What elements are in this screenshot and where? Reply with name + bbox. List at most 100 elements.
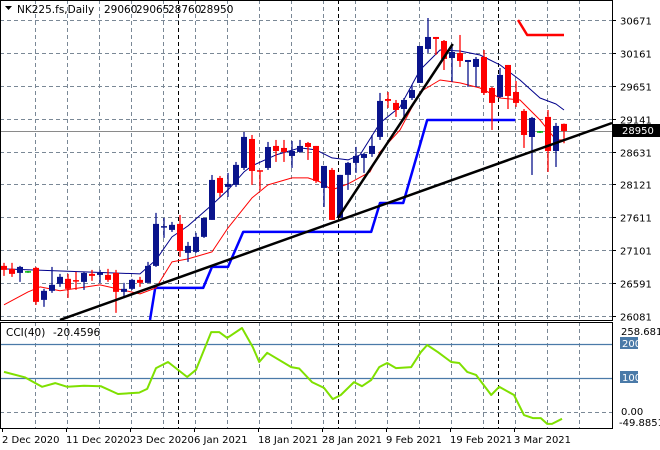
candle-body [401, 99, 407, 109]
price-tick-label: 28121 [620, 181, 652, 192]
candle-body [489, 87, 495, 103]
candle-body [17, 266, 23, 273]
candle-body [129, 279, 135, 289]
candle-body [89, 273, 95, 276]
chart-window: NK225.fs,Daily 29060 29065 28760 28950 C… [0, 0, 660, 450]
candle-bull[interactable] [241, 131, 247, 170]
candle-body [273, 145, 279, 151]
candle-body [425, 36, 431, 49]
candle-body [41, 290, 47, 300]
candle-body [513, 91, 519, 103]
candle-bear[interactable] [33, 266, 39, 305]
candle-body [465, 59, 471, 62]
price-tick-label: 29141 [620, 116, 652, 127]
candle-body [305, 142, 311, 147]
candle-body [561, 123, 567, 131]
candle-body [113, 272, 119, 292]
candle-body [297, 145, 303, 152]
cci-zero-label: 0.00 [621, 407, 643, 418]
date-tick-label: 9 Feb 2021 [386, 435, 442, 446]
symbol-label: NK225.fs,Daily [17, 4, 94, 16]
current-price-label: 28950 [622, 126, 654, 137]
date-tick-label: 2 Dec 2020 [2, 435, 60, 446]
price-tick-label: 26081 [620, 313, 652, 324]
candle-body [97, 272, 103, 275]
candle-body [9, 268, 15, 274]
candle-body [57, 276, 63, 284]
date-tick-label: 6 Jan 2021 [194, 435, 248, 446]
candle-body [33, 267, 39, 302]
cci-100-label: 100 [622, 373, 641, 384]
cci-value: -20.4596 [53, 327, 101, 339]
candle-bull[interactable] [209, 174, 215, 220]
cci-title: CCI(40) [6, 327, 45, 339]
open-value: 29060 [104, 4, 137, 16]
candle-body [529, 117, 535, 137]
candle-body [105, 274, 111, 280]
candle-body [393, 102, 399, 110]
candle-body [505, 64, 511, 96]
candle-body [193, 236, 199, 252]
candle-body [169, 224, 175, 230]
candle-body [249, 138, 255, 171]
candle-bull[interactable] [233, 161, 239, 187]
candle-body [369, 145, 375, 154]
candle-body [497, 74, 503, 97]
candle-bull[interactable] [129, 278, 135, 290]
candle-body [81, 272, 87, 282]
candle-body [145, 265, 151, 283]
candle-body [345, 162, 351, 175]
candle-bull[interactable] [201, 217, 207, 238]
candle-body [185, 245, 191, 253]
candle-body [265, 146, 271, 168]
date-tick-label: 28 Jan 2021 [322, 435, 382, 446]
price-tick-label: 27611 [620, 214, 652, 225]
candle-body [137, 279, 143, 283]
date-tick-label: 3 Mar 2021 [514, 435, 571, 446]
candle-bull[interactable] [417, 45, 423, 83]
candle-body [233, 164, 239, 185]
candle-body [1, 265, 7, 270]
cci-200-label: 200 [622, 339, 641, 350]
candle-body [49, 284, 55, 291]
candle-body [65, 278, 71, 289]
candle-body [457, 52, 463, 61]
candle-body [385, 98, 391, 101]
price-tick-label: 28631 [620, 149, 652, 160]
price-tick-label: 26591 [620, 280, 652, 291]
candle-bull[interactable] [537, 130, 543, 133]
candle-body [553, 125, 559, 151]
price-tick-label: 27101 [620, 247, 652, 258]
candle-body [241, 136, 247, 168]
candle-body [121, 288, 127, 292]
date-tick-label: 11 Dec 2020 [66, 435, 130, 446]
high-value: 29065 [136, 4, 169, 16]
candle-body [361, 153, 367, 158]
candle-body [329, 169, 335, 220]
candle-bear[interactable] [329, 167, 335, 220]
candle-body [289, 150, 295, 156]
candle-body [409, 89, 415, 98]
candle-body [153, 223, 159, 266]
candle-body [473, 58, 479, 67]
candle-body [217, 177, 223, 193]
candle-bear[interactable] [313, 145, 319, 183]
date-tick-label: 18 Jan 2021 [258, 435, 318, 446]
candle-bull[interactable] [25, 270, 31, 273]
candle-body [521, 110, 527, 135]
candle-body [353, 155, 359, 163]
candle-body [377, 100, 383, 137]
date-tick-label: 23 Dec 2020 [130, 435, 194, 446]
low-value: 28760 [168, 4, 201, 16]
candle-body [225, 183, 231, 187]
candle-body [209, 179, 215, 220]
candle-body [313, 145, 319, 181]
candle-body [481, 56, 487, 93]
candle-body [321, 165, 327, 188]
candle-body [433, 36, 439, 39]
price-tick-label: 30671 [620, 17, 652, 28]
candle-body [201, 217, 207, 237]
cci-max-label: 258.6815 [621, 327, 660, 338]
price-tick-label: 29651 [620, 83, 652, 94]
candle-body [281, 147, 287, 152]
